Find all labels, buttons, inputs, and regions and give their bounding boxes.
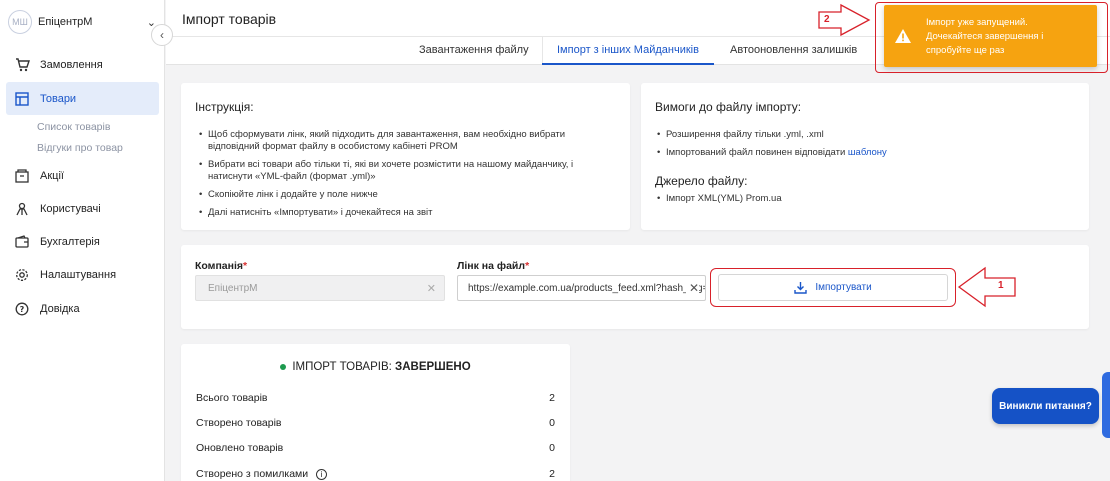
- collapse-sidebar-button[interactable]: ‹: [151, 24, 173, 46]
- stat-label: Оновлено товарів: [196, 442, 284, 454]
- sidebar-item-settings[interactable]: Налаштування: [6, 258, 159, 291]
- instructions-title: Інструкція:: [195, 100, 254, 114]
- promo-icon: [14, 168, 30, 184]
- sidebar-item-help[interactable]: ? Довідка: [6, 292, 159, 325]
- company-label-text: Компанія: [195, 260, 244, 272]
- company-select[interactable]: ЕпіцентрМ ✕: [195, 275, 445, 301]
- tab-import-other-platforms[interactable]: Імпорт з інших Майданчиків: [557, 44, 699, 56]
- sidebar-item-label: Товари: [40, 92, 77, 105]
- stat-value: 2: [549, 392, 555, 404]
- sidebar-item-accounting[interactable]: Бухгалтерія: [6, 225, 159, 258]
- sidebar-item-promos[interactable]: Акції: [6, 159, 159, 192]
- stat-row: Створено з помилками i 2: [196, 468, 555, 480]
- clear-icon[interactable]: ✕: [685, 281, 699, 295]
- sidebar-item-label: Замовлення: [40, 58, 103, 71]
- tab-auto-update-stock[interactable]: Автооновлення залишків: [730, 44, 857, 56]
- list-item: Далі натисніть «Імпортувати» і дочекайте…: [199, 207, 619, 219]
- sidebar-item-label: Бухгалтерія: [40, 235, 100, 248]
- file-link-value: https://example.com.ua/products_feed.xml…: [468, 282, 706, 294]
- products-icon: [14, 91, 30, 107]
- link-label: Лінк на файл*: [457, 260, 529, 272]
- requirements-card: Вимоги до файлу імпорту: Розширення файл…: [641, 83, 1089, 230]
- sidebar-item-label: Довідка: [40, 302, 80, 315]
- sidebar-subitem-reviews[interactable]: Відгуки про товар: [37, 142, 123, 154]
- annotation-number-1: 1: [998, 280, 1004, 291]
- help-chat-button[interactable]: Виникли питання?: [992, 388, 1099, 424]
- status-title-value: ЗАВЕРШЕНО: [395, 361, 471, 373]
- status-dot: [280, 363, 287, 370]
- import-status-card: ІМПОРТ ТОВАРІВ: ЗАВЕРШЕНО Всього товарів…: [181, 344, 570, 481]
- stat-row: Всього товарів 2: [196, 392, 555, 404]
- list-item: Щоб сформувати лінк, який підходить для …: [199, 129, 619, 153]
- annotation-number-2: 2: [824, 14, 830, 25]
- sidebar-subitem-product-list[interactable]: Список товарів: [37, 121, 110, 133]
- svg-text:?: ?: [20, 305, 25, 314]
- requirement-text: Імпортований файл повинен відповідати: [666, 147, 846, 158]
- instructions-card: Інструкція: Щоб сформувати лінк, який пі…: [181, 83, 630, 230]
- annotation-highlight-1: [710, 268, 956, 307]
- template-link[interactable]: шаблону: [848, 147, 887, 158]
- required-mark: *: [243, 260, 248, 272]
- stat-label: Створено товарів: [196, 417, 282, 429]
- source-title: Джерело файлу:: [655, 174, 748, 188]
- avatar: МШ: [8, 10, 32, 34]
- required-mark: *: [525, 260, 530, 272]
- stat-row: Створено товарів 0: [196, 417, 555, 429]
- company-name: ЕпіцентрМ: [38, 16, 93, 28]
- tab-divider: [542, 37, 543, 65]
- stat-value: 2: [549, 468, 555, 480]
- company-switcher[interactable]: МШ ЕпіцентрМ ⌄: [8, 10, 158, 34]
- file-link-input[interactable]: https://example.com.ua/products_feed.xml…: [457, 275, 706, 301]
- gear-icon: [14, 267, 30, 283]
- info-icon[interactable]: i: [316, 468, 328, 480]
- annotation-arrow-1: [957, 266, 1016, 308]
- sidebar-item-label: Акції: [40, 169, 64, 182]
- company-select-value: ЕпіцентрМ: [208, 282, 258, 294]
- list-item: Імпорт XML(YML) Prom.ua: [657, 193, 1077, 205]
- sidebar-item-label: Налаштування: [40, 268, 117, 281]
- sidebar-item-orders[interactable]: Замовлення: [6, 48, 159, 81]
- tab-active-indicator: [542, 63, 714, 65]
- sidebar-item-products[interactable]: Товари: [6, 82, 159, 115]
- help-icon: ?: [14, 301, 30, 317]
- annotation-highlight-2: [875, 2, 1108, 73]
- list-item: Імпортований файл повинен відповідати ша…: [657, 147, 1077, 159]
- stat-value: 0: [549, 442, 555, 454]
- cart-icon: [14, 57, 30, 73]
- sidebar-item-users[interactable]: Користувачі: [6, 192, 159, 225]
- status-title-prefix: ІМПОРТ ТОВАРІВ:: [292, 361, 392, 373]
- tab-file-upload[interactable]: Завантаження файлу: [419, 44, 529, 56]
- sidebar-item-label: Користувачі: [40, 202, 101, 215]
- link-label-text: Лінк на файл: [457, 260, 526, 272]
- stat-label: Всього товарів: [196, 392, 268, 404]
- instructions-list: Щоб сформувати лінк, який підходить для …: [199, 129, 619, 225]
- requirements-title: Вимоги до файлу імпорту:: [655, 100, 802, 114]
- sidebar: МШ ЕпіцентрМ ⌄ Замовлення Товари Список …: [0, 0, 165, 481]
- source-list: Імпорт XML(YML) Prom.ua: [657, 193, 1077, 211]
- status-title: ІМПОРТ ТОВАРІВ: ЗАВЕРШЕНО: [181, 361, 570, 373]
- company-label: Компанія*: [195, 260, 247, 272]
- stat-value: 0: [549, 417, 555, 429]
- wallet-icon: [14, 234, 30, 250]
- list-item: Вибрати всі товари або тільки ті, які ви…: [199, 159, 619, 183]
- list-item: Розширення файлу тільки .yml, .xml: [657, 129, 1077, 141]
- page-title: Імпорт товарів: [182, 11, 277, 27]
- requirements-list: Розширення файлу тільки .yml, .xml Імпор…: [657, 129, 1077, 165]
- stat-label: Створено з помилками: [196, 468, 309, 480]
- users-icon: [14, 201, 30, 217]
- clear-icon[interactable]: ✕: [427, 282, 436, 295]
- list-item: Скопіюйте лінк і додайте у поле нижче: [199, 189, 619, 201]
- stat-row: Оновлено товарів 0: [196, 442, 555, 454]
- side-widget-tab[interactable]: [1102, 372, 1110, 438]
